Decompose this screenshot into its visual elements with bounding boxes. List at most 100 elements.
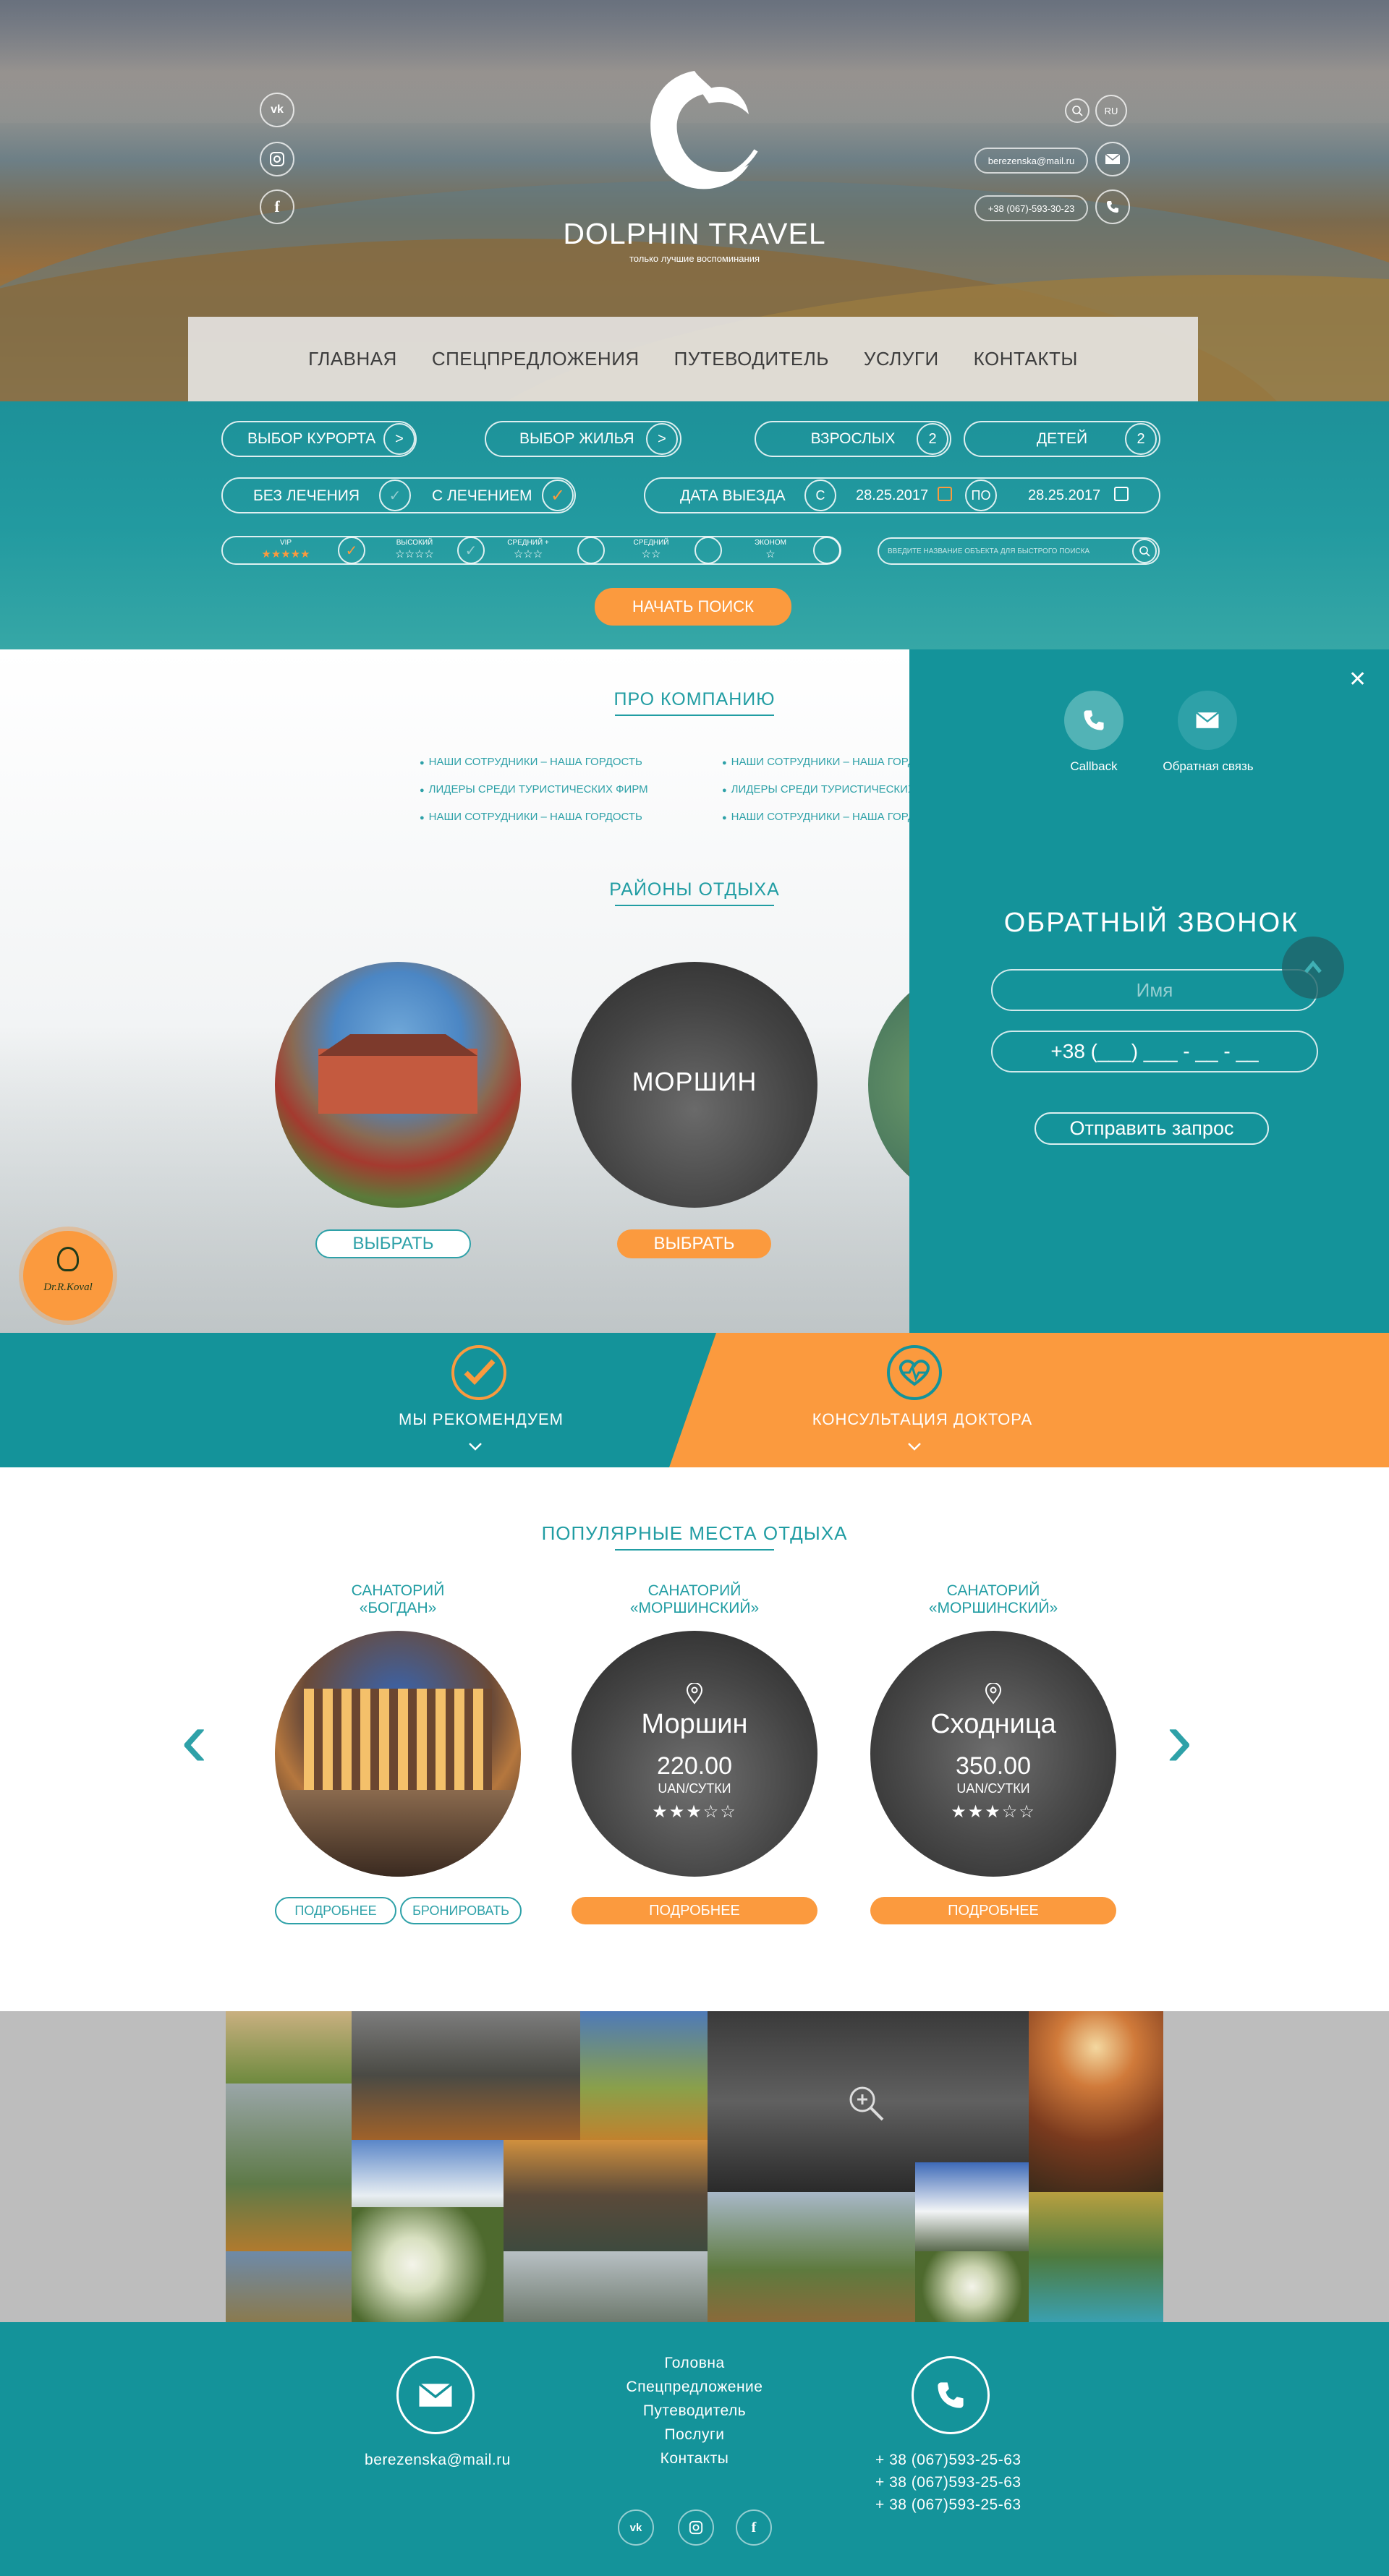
with-treatment-label[interactable]: С ЛЕЧЕНИЕМ bbox=[432, 487, 532, 505]
adults-count[interactable]: 2 bbox=[917, 423, 948, 455]
quick-search-input[interactable]: ВВЕДИТЕ НАЗВАНИЕ ОБЪЕКТА ДЛЯ БЫСТРОГО ПО… bbox=[878, 537, 1160, 565]
company-item[interactable]: НАШИ СОТРУДНИКИ – НАША ГОРДОСТЬ bbox=[420, 756, 642, 768]
facebook-icon[interactable]: f bbox=[736, 2509, 772, 2546]
card-photo-morshyn[interactable]: Моршин 220.00 UAN/СУТКИ ★★★☆☆ bbox=[572, 1631, 817, 1877]
gallery-tile[interactable] bbox=[226, 2251, 352, 2322]
header-email-pill[interactable]: berezenska@mail.ru bbox=[974, 148, 1088, 174]
submit-request-button[interactable]: Отправить запрос bbox=[1035, 1112, 1269, 1145]
phone-input[interactable]: +38 (___) ___ - __ - __ bbox=[991, 1031, 1318, 1072]
gallery-tile[interactable] bbox=[580, 2011, 708, 2140]
mail-icon[interactable] bbox=[396, 2356, 475, 2434]
gallery-tile[interactable] bbox=[708, 2192, 915, 2322]
card-name: «МОРШИНСКИЙ» bbox=[629, 1600, 760, 1616]
company-item[interactable]: НАШИ СОТРУДНИКИ – НАША ГОРДОСТЬ bbox=[722, 811, 909, 823]
recommend-label[interactable]: МЫ РЕКОМЕНДУЕМ bbox=[354, 1410, 608, 1429]
phone-icon[interactable] bbox=[912, 2356, 990, 2434]
footer-phone[interactable]: + 38 (067)593-25-63 bbox=[875, 2496, 1021, 2514]
class-econ-check-icon[interactable] bbox=[813, 537, 841, 564]
search-icon[interactable] bbox=[1132, 539, 1157, 563]
company-item[interactable]: ЛИДЕРЫ СРЕДИ ТУРИСТИЧЕСКИХ ФИРМ bbox=[722, 783, 909, 796]
roof-shape bbox=[318, 1034, 477, 1056]
housing-arrow-icon[interactable]: > bbox=[646, 423, 678, 455]
region-choose-button[interactable]: ВЫБРАТЬ bbox=[315, 1229, 471, 1258]
nav-special-offers[interactable]: СПЕЦПРЕДЛОЖЕНИЯ bbox=[432, 348, 640, 370]
zoom-icon[interactable] bbox=[846, 2084, 887, 2124]
footer-link-home[interactable]: Головна bbox=[600, 2355, 789, 2372]
gallery-tile[interactable] bbox=[352, 2011, 580, 2140]
card-more-button[interactable]: ПОДРОБНЕЕ bbox=[572, 1897, 817, 1924]
vk-icon[interactable]: vk bbox=[618, 2509, 654, 2546]
doctor-badge[interactable]: Dr.R.Koval bbox=[23, 1231, 113, 1321]
phone-icon[interactable] bbox=[1095, 189, 1130, 224]
gallery-tile[interactable] bbox=[504, 2140, 708, 2251]
instagram-icon[interactable] bbox=[678, 2509, 714, 2546]
with-treatment-check-icon[interactable]: ✓ bbox=[542, 479, 574, 511]
resort-arrow-icon[interactable]: > bbox=[383, 423, 415, 455]
class-econ-stars: ☆ bbox=[765, 548, 776, 560]
callback-phone-icon[interactable] bbox=[1064, 691, 1123, 750]
header-phone-pill[interactable]: +38 (067)-593-30-23 bbox=[974, 195, 1088, 221]
chevron-down-icon[interactable] bbox=[906, 1441, 923, 1452]
class-high-check-icon[interactable]: ✓ bbox=[457, 537, 485, 564]
scroll-top-icon[interactable] bbox=[1282, 937, 1344, 999]
nav-home[interactable]: ГЛАВНАЯ bbox=[308, 348, 397, 370]
footer-link-guide[interactable]: Путеводитель bbox=[600, 2402, 789, 2420]
class-vip-check-icon[interactable]: ✓ bbox=[338, 537, 365, 564]
children-count[interactable]: 2 bbox=[1125, 423, 1157, 455]
date-from[interactable]: 28.25.2017 bbox=[856, 487, 928, 504]
card-book-button[interactable]: БРОНИРОВАТЬ bbox=[400, 1897, 522, 1924]
gallery-tile[interactable] bbox=[1029, 2192, 1163, 2322]
region-photo[interactable] bbox=[868, 962, 909, 1208]
doctor-consult-label[interactable]: КОНСУЛЬТАЦИЯ ДОКТОРА bbox=[789, 1410, 1056, 1429]
search-icon[interactable] bbox=[1065, 98, 1089, 123]
nav-services[interactable]: УСЛУГИ bbox=[864, 348, 939, 370]
calendar-icon[interactable] bbox=[1114, 487, 1129, 501]
card-more-button[interactable]: ПОДРОБНЕЕ bbox=[870, 1897, 1116, 1924]
more-label: ПОДРОБНЕЕ bbox=[649, 1902, 740, 1919]
footer-phone[interactable]: + 38 (067)593-25-63 bbox=[875, 2474, 1021, 2491]
mail-icon[interactable] bbox=[1095, 142, 1130, 176]
company-item[interactable]: НАШИ СОТРУДНИКИ – НАША ГОРДОСТЬ bbox=[420, 811, 642, 823]
card-photo-skhidnytsia[interactable]: Сходница 350.00 UAN/СУТКИ ★★★☆☆ bbox=[870, 1631, 1116, 1877]
calendar-icon[interactable] bbox=[938, 487, 952, 501]
gallery-tile[interactable] bbox=[226, 2084, 352, 2251]
no-treatment-check-icon[interactable]: ✓ bbox=[379, 479, 411, 511]
region-choose-button[interactable]: ВЫБРАТЬ bbox=[617, 1229, 771, 1258]
next-arrow-icon[interactable]: › bbox=[1166, 1699, 1193, 1779]
feedback-label[interactable]: Обратная связь bbox=[1158, 759, 1259, 773]
region-photo-truskavets[interactable] bbox=[275, 962, 521, 1208]
class-mid-plus-check-icon[interactable] bbox=[577, 537, 605, 564]
gallery-tile[interactable] bbox=[226, 2011, 352, 2084]
gallery-tile[interactable] bbox=[504, 2251, 708, 2322]
vk-icon[interactable]: vk bbox=[260, 93, 294, 127]
footer-email[interactable]: berezenska@mail.ru bbox=[362, 2452, 514, 2469]
callback-label[interactable]: Callback bbox=[1043, 759, 1144, 774]
no-treatment-label[interactable]: БЕЗ ЛЕЧЕНИЯ bbox=[253, 487, 360, 505]
nav-guide[interactable]: ПУТЕВОДИТЕЛЬ bbox=[674, 348, 829, 370]
prev-arrow-icon[interactable]: ‹ bbox=[181, 1699, 208, 1779]
start-search-button[interactable]: НАЧАТЬ ПОИСК bbox=[595, 588, 791, 626]
card-more-button[interactable]: ПОДРОБНЕЕ bbox=[275, 1897, 396, 1924]
footer-phone[interactable]: + 38 (067)593-25-63 bbox=[875, 2452, 1021, 2469]
gallery-tile[interactable] bbox=[915, 2162, 1029, 2251]
region-photo-morshyn[interactable]: МОРШИН bbox=[572, 962, 817, 1208]
close-icon[interactable]: ✕ bbox=[1348, 667, 1367, 692]
name-input[interactable]: Имя bbox=[991, 969, 1318, 1011]
footer-link-contacts[interactable]: Контакты bbox=[600, 2450, 789, 2468]
footer-link-special[interactable]: Спецпредложение bbox=[600, 2379, 789, 2396]
gallery-tile[interactable] bbox=[1029, 2011, 1163, 2192]
gallery-tile[interactable] bbox=[915, 2251, 1029, 2322]
instagram-icon[interactable] bbox=[260, 142, 294, 176]
feedback-mail-icon[interactable] bbox=[1178, 691, 1237, 750]
chevron-down-icon[interactable] bbox=[467, 1441, 484, 1452]
class-mid-check-icon[interactable] bbox=[694, 537, 722, 564]
company-item[interactable]: НАШИ СОТРУДНИКИ – НАША ГОРДОСТЬ bbox=[722, 756, 909, 768]
date-to[interactable]: 28.25.2017 bbox=[1028, 487, 1100, 504]
card-photo-bogdan[interactable] bbox=[275, 1631, 521, 1877]
nav-contacts[interactable]: КОНТАКТЫ bbox=[974, 348, 1078, 370]
language-switch[interactable]: RU bbox=[1095, 95, 1127, 127]
gallery-tile[interactable] bbox=[352, 2207, 504, 2322]
facebook-icon[interactable]: f bbox=[260, 189, 294, 224]
footer-link-services[interactable]: Послуги bbox=[600, 2426, 789, 2444]
company-item[interactable]: ЛИДЕРЫ СРЕДИ ТУРИСТИЧЕСКИХ ФИРМ bbox=[420, 783, 648, 796]
